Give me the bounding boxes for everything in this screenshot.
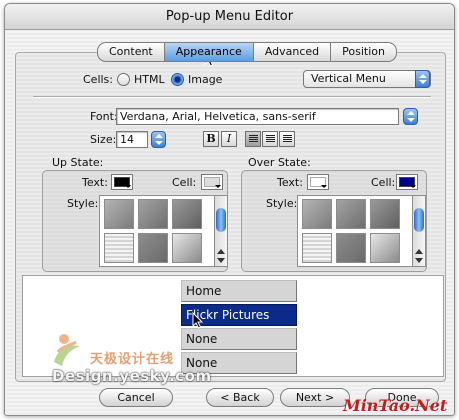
tab-bar: Content Appearance Advanced Position [97,42,397,62]
over-cell-color-swatch[interactable] [396,174,418,190]
cells-label: Cells: [83,73,113,86]
divider [33,96,431,98]
scroll-arrow-icon[interactable] [415,249,423,254]
up-style-label: Style: [67,197,99,210]
watermark-signature: MinTao.Net [343,396,448,415]
align-center-button[interactable] [262,131,278,147]
cancel-button[interactable]: Cancel [99,388,173,407]
italic-button[interactable]: I [221,131,237,147]
style-swatch[interactable] [336,233,366,263]
size-field[interactable]: 14 [116,131,148,148]
over-style-grid[interactable] [297,195,413,267]
scroll-arrow-icon[interactable] [415,258,423,263]
preview-item-none[interactable]: None [181,328,297,350]
align-right-button[interactable] [279,131,295,147]
chevron-down-icon [410,185,416,188]
radio-html[interactable] [117,73,130,86]
mouse-pointer-icon [192,312,204,329]
size-label: Size: [90,133,117,146]
radio-image-label: Image [188,73,223,86]
tab-appearance[interactable]: Appearance [163,42,253,62]
watermark-site: Design.yesky.com [52,367,212,385]
style-swatch[interactable] [138,233,168,263]
preview-item-home[interactable]: Home [181,280,297,302]
chevron-down-icon [125,185,131,188]
font-field[interactable]: Verdana, Arial, Helvetica, sans-serif [116,108,399,125]
watermark-logo-icon [54,334,80,366]
style-swatch[interactable] [302,199,332,229]
up-state-title: Up State: [52,156,104,169]
over-text-label: Text: [277,176,303,189]
up-text-label: Text: [82,176,108,189]
size-stepper-icon[interactable] [151,131,166,148]
scroll-arrow-icon[interactable] [217,258,225,263]
watermark-cn: 天极设计在线 [90,352,175,367]
style-swatch[interactable] [370,233,400,263]
up-text-color-swatch[interactable] [111,174,133,190]
tab-position[interactable]: Position [330,42,397,62]
style-swatch[interactable] [336,199,366,229]
align-left-button[interactable] [245,131,261,147]
popup-arrows-icon [415,70,430,88]
orientation-select[interactable]: Vertical Menu [303,70,431,88]
up-cell-color-swatch[interactable] [201,174,223,190]
radio-html-label: HTML [134,73,165,86]
over-style-scrollbar[interactable] [412,195,426,267]
tab-advanced[interactable]: Advanced [252,42,331,62]
next-button[interactable]: Next > [280,388,350,407]
style-swatch[interactable] [370,199,400,229]
align-right-icon [283,135,292,143]
style-swatch[interactable] [138,199,168,229]
chevron-down-icon [321,185,327,188]
bold-button[interactable]: B [203,131,219,147]
scroll-thumb[interactable] [216,208,226,232]
style-swatch[interactable] [172,199,202,229]
font-popup-arrows-icon[interactable] [403,108,418,125]
back-button[interactable]: < Back [206,388,274,407]
font-label: Font: [90,110,118,123]
up-cell-label: Cell: [172,176,197,189]
over-cell-label: Cell: [371,176,396,189]
style-swatch[interactable] [104,199,134,229]
chevron-down-icon [215,185,221,188]
style-swatch[interactable] [172,233,202,263]
scroll-arrow-icon[interactable] [217,249,225,254]
style-swatch[interactable] [302,233,332,263]
orientation-select-value: Vertical Menu [311,72,386,85]
up-style-grid[interactable] [99,195,215,267]
align-center-icon [266,135,275,143]
over-state-title: Over State: [248,156,311,169]
radio-image[interactable] [171,73,184,86]
window-title: Pop-up Menu Editor [5,4,454,30]
up-style-scrollbar[interactable] [214,195,228,267]
style-swatch[interactable] [104,233,134,263]
tab-content[interactable]: Content [97,42,164,62]
over-text-color-swatch[interactable] [307,174,329,190]
align-left-icon [249,135,258,143]
menu-preview: Home Flickr Pictures None None [22,275,444,377]
over-style-label: Style: [266,197,298,210]
scroll-thumb[interactable] [414,208,424,232]
